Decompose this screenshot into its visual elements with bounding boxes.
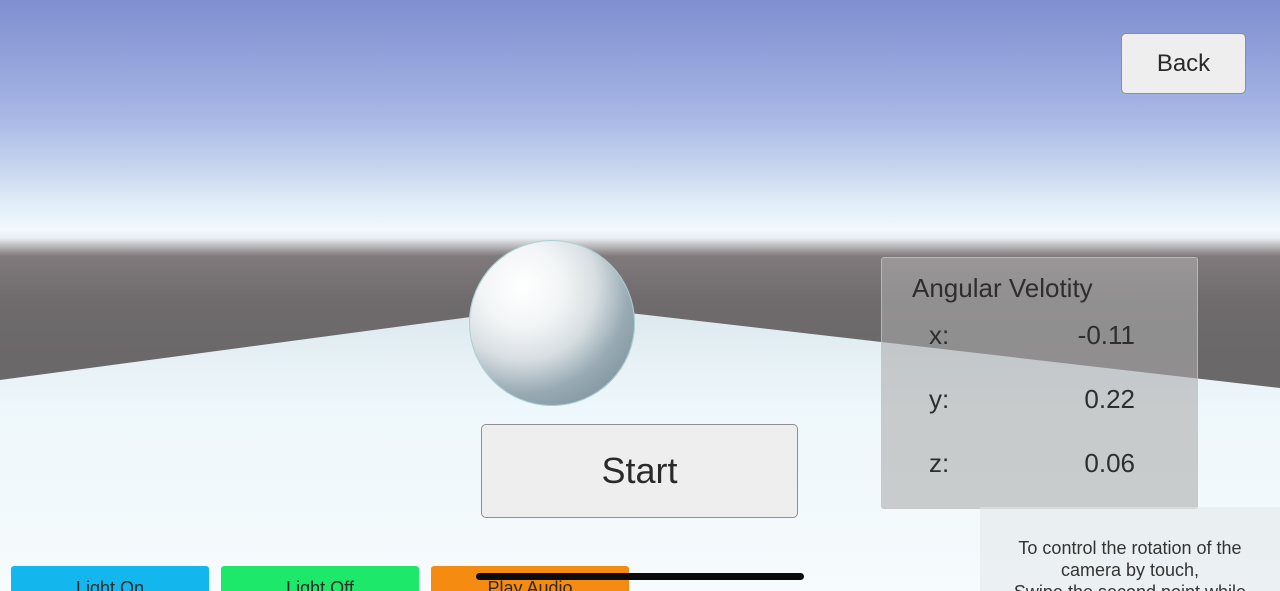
start-button[interactable]: Start (481, 424, 798, 518)
game-viewport[interactable]: Back Start Angular Velotity x: -0.11 y: … (0, 0, 1280, 591)
help-line: Swipe the second point while (980, 581, 1280, 591)
home-indicator-bar[interactable] (476, 573, 804, 580)
help-line: camera by touch, (1060, 560, 1200, 580)
y-axis-value: 0.22 (1084, 384, 1135, 414)
y-axis-label: y: (929, 384, 950, 414)
z-axis-value: 0.06 (1084, 448, 1135, 478)
light-on-button[interactable]: Light On (11, 566, 209, 591)
sphere-object (469, 240, 635, 406)
help-line: To control the rotation of the (1018, 538, 1242, 558)
z-axis-label: z: (929, 448, 950, 478)
angular-velocity-panel: Angular Velotity x: -0.11 y: 0.22 z: 0.0… (881, 257, 1198, 509)
back-button[interactable]: Back (1121, 33, 1246, 94)
help-text-panel: To control the rotation of the camera by… (980, 507, 1280, 591)
angular-velocity-title: Angular Velotity (912, 273, 1093, 303)
light-off-button[interactable]: Light Off (221, 566, 419, 591)
x-axis-label: x: (929, 320, 950, 350)
x-axis-value: -0.11 (1077, 320, 1135, 350)
